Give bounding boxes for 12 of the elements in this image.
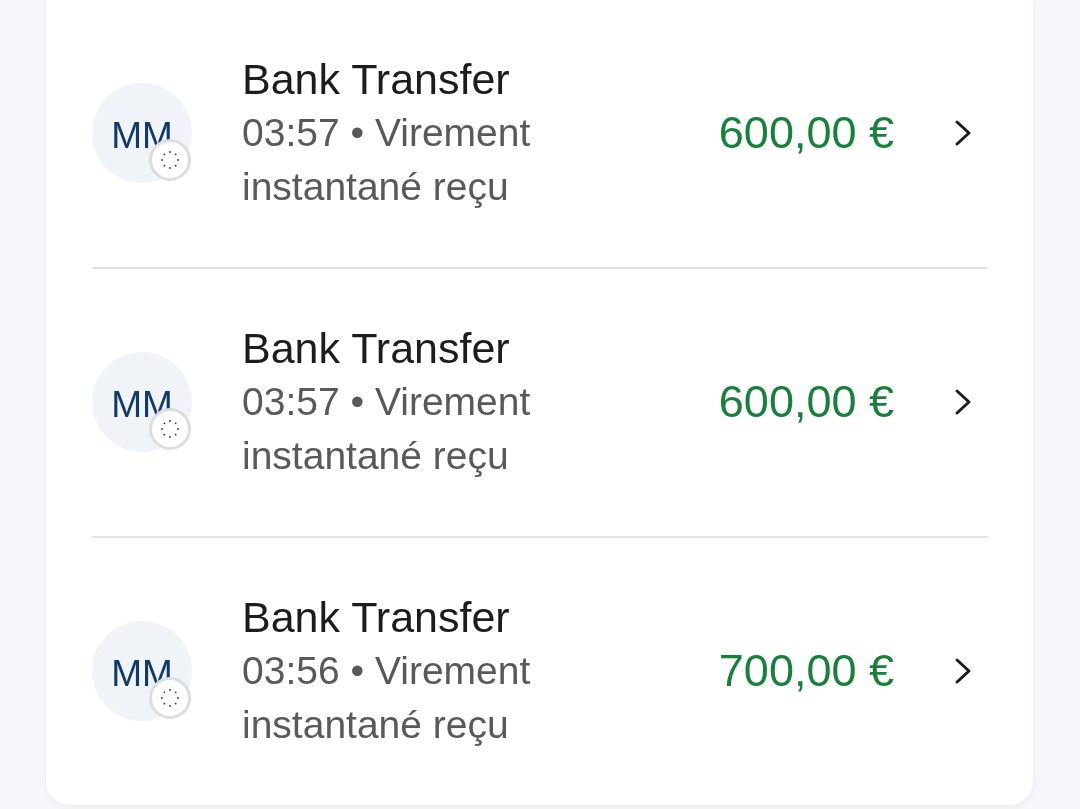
transaction-amount: 700,00 € [718,645,894,697]
transaction-amount: 600,00 € [718,107,894,159]
transaction-title: Bank Transfer [242,592,511,643]
transaction-title: Bank Transfer [242,54,511,105]
transaction-description: 03:57 • Virement instantané reçu [242,379,532,479]
chevron-right-icon [954,119,972,147]
transaction-description: 03:56 • Virement instantané reçu [242,648,532,748]
transaction-title: Bank Transfer [242,323,511,374]
transaction-description: 03:57 • Virement instantané reçu [242,110,532,210]
chevron-right-icon [954,657,972,685]
chevron-right-icon [954,388,972,416]
transaction-amount: 600,00 € [718,376,894,428]
